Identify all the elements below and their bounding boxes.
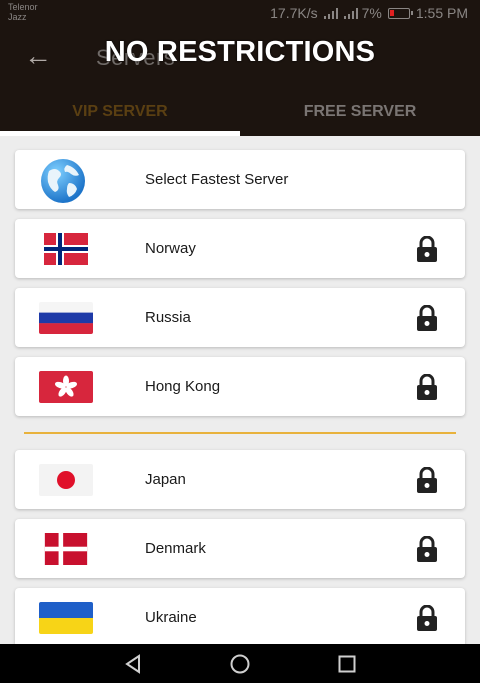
lock-icon: [415, 605, 439, 631]
server-label: Japan: [145, 471, 186, 488]
tab-free-server[interactable]: FREE SERVER: [240, 88, 480, 136]
japan-flag-icon: [39, 464, 93, 496]
server-label: Norway: [145, 240, 196, 257]
server-item-norway[interactable]: Norway: [15, 219, 465, 278]
server-item-hong-kong[interactable]: Hong Kong: [15, 357, 465, 416]
battery-icon: [387, 7, 413, 19]
server-label: Russia: [145, 309, 191, 326]
russia-flag-icon: [39, 302, 93, 334]
lock-icon: [415, 536, 439, 562]
tab-vip-server[interactable]: VIP SERVER: [0, 88, 240, 136]
server-list[interactable]: Select Fastest Server Norway Russia Hong…: [0, 136, 480, 644]
server-item-japan[interactable]: Japan: [15, 450, 465, 509]
server-label: Denmark: [145, 540, 206, 557]
globe-icon: [39, 157, 87, 205]
battery-percent: 7%: [361, 5, 382, 21]
server-item-russia[interactable]: Russia: [15, 288, 465, 347]
server-label: Select Fastest Server: [145, 171, 289, 188]
lock-icon: [415, 467, 439, 493]
ukraine-flag-icon: [39, 602, 93, 634]
status-bar: Telenor Jazz 17.7K/s 7% 1:55 PM: [0, 0, 480, 26]
network-speed: 17.7K/s: [270, 5, 318, 21]
list-divider: [24, 432, 456, 434]
promo-banner: NO RESTRICTIONS: [104, 36, 376, 68]
carrier-names: Telenor Jazz: [8, 2, 38, 22]
lock-icon: [415, 305, 439, 331]
carrier-name-2: Jazz: [8, 12, 27, 22]
denmark-flag-icon: [39, 533, 93, 565]
server-item-fastest[interactable]: Select Fastest Server: [15, 150, 465, 209]
app-bar: ← Servers NO RESTRICTIONS: [0, 26, 480, 88]
server-label: Hong Kong: [145, 378, 221, 395]
recents-square-icon[interactable]: [336, 653, 358, 675]
lock-icon: [415, 374, 439, 400]
carrier-name-1: Telenor: [8, 2, 38, 12]
norway-flag-icon: [39, 233, 93, 265]
status-indicators: 17.7K/s 7% 1:55 PM: [270, 5, 468, 21]
lock-icon: [415, 236, 439, 262]
server-tabs: VIP SERVER FREE SERVER: [0, 88, 480, 136]
home-circle-icon[interactable]: [229, 653, 251, 675]
server-label: Ukraine: [145, 609, 197, 626]
server-item-denmark[interactable]: Denmark: [15, 519, 465, 578]
signal-icon-2: [342, 7, 358, 19]
clock: 1:55 PM: [415, 5, 468, 21]
back-triangle-icon[interactable]: [122, 653, 144, 675]
signal-icon: [322, 7, 338, 19]
hong-kong-flag-icon: [39, 371, 93, 403]
system-navigation-bar: [0, 644, 480, 683]
server-item-ukraine[interactable]: Ukraine: [15, 588, 465, 644]
